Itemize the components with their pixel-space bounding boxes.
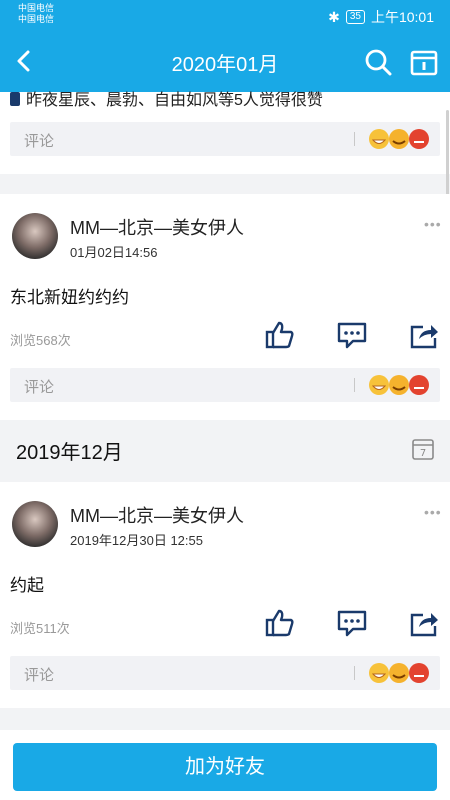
emoji-icon[interactable] bbox=[367, 373, 439, 397]
likes-summary: 昨夜星辰、晨勃、自由如风等5人觉得很赞 bbox=[10, 86, 323, 110]
bluetooth-icon: ✱ bbox=[328, 8, 340, 25]
post-time: 01月02日14:56 bbox=[70, 245, 158, 260]
more-options-icon[interactable]: ••• bbox=[424, 216, 442, 232]
post-time: 2019年12月30日 12:55 bbox=[70, 533, 203, 548]
comment-placeholder: 评论 bbox=[24, 667, 55, 684]
comment-placeholder: 评论 bbox=[24, 133, 55, 150]
search-icon[interactable] bbox=[364, 48, 392, 76]
emoji-icon[interactable] bbox=[367, 127, 439, 151]
like-icon[interactable] bbox=[265, 609, 295, 637]
carrier-info: 中国电信 中国电信 bbox=[18, 3, 54, 25]
share-icon[interactable] bbox=[409, 321, 439, 349]
status-bar: 中国电信 中国电信 ✱ 35 上午10:01 bbox=[0, 0, 450, 30]
bottom-bar: 加为好友 bbox=[0, 730, 450, 800]
calendar-icon[interactable] bbox=[410, 48, 438, 76]
view-count: 浏览568次 bbox=[10, 333, 71, 348]
more-options-icon[interactable]: ••• bbox=[424, 504, 442, 520]
comment-input[interactable]: 评论 bbox=[10, 656, 440, 690]
add-friend-button[interactable]: 加为好友 bbox=[13, 743, 437, 791]
calendar-day: 7 bbox=[420, 448, 426, 459]
avatar[interactable] bbox=[12, 213, 58, 259]
avatar[interactable] bbox=[12, 501, 58, 547]
top-post-card: 昨夜星辰、晨勃、自由如风等5人觉得很赞 评论 bbox=[0, 92, 450, 174]
comment-icon[interactable] bbox=[337, 609, 367, 637]
view-count: 浏览511次 bbox=[10, 621, 70, 636]
post-author[interactable]: MM—北京—美女伊人 bbox=[70, 502, 244, 528]
carrier-2: 中国电信 bbox=[18, 14, 55, 24]
scrollbar[interactable] bbox=[446, 110, 449, 200]
post-card: MM—北京—美女伊人 01月02日14:56 ••• 东北新妞约约约 浏览568… bbox=[0, 194, 450, 420]
status-right: ✱ 35 上午10:01 bbox=[328, 7, 434, 27]
section-title: 2019年12月 bbox=[16, 442, 123, 464]
divider bbox=[354, 378, 355, 392]
post-content: 东北新妞约约约 bbox=[10, 288, 129, 307]
carrier-1: 中国电信 bbox=[18, 3, 55, 13]
comment-icon[interactable] bbox=[337, 321, 367, 349]
calendar-icon[interactable]: 7 bbox=[412, 438, 434, 460]
battery-indicator: 35 bbox=[345, 10, 365, 24]
divider bbox=[354, 132, 355, 146]
comment-input[interactable]: 评论 bbox=[10, 368, 440, 402]
nav-bar: 2020年01月 bbox=[0, 30, 450, 92]
comment-input[interactable]: 评论 bbox=[10, 122, 440, 156]
like-icon[interactable] bbox=[265, 321, 295, 349]
post-content: 约起 bbox=[10, 576, 44, 595]
post-card: MM—北京—美女伊人 2019年12月30日 12:55 ••• 约起 浏览51… bbox=[0, 482, 450, 708]
emoji-icon[interactable] bbox=[367, 661, 439, 685]
share-icon[interactable] bbox=[409, 609, 439, 637]
comment-placeholder: 评论 bbox=[24, 379, 55, 396]
status-time: 上午10:01 bbox=[370, 9, 434, 25]
divider bbox=[354, 666, 355, 680]
post-author[interactable]: MM—北京—美女伊人 bbox=[70, 214, 244, 240]
thumb-icon bbox=[10, 92, 20, 106]
month-section-header: 2019年12月 7 bbox=[0, 420, 450, 480]
